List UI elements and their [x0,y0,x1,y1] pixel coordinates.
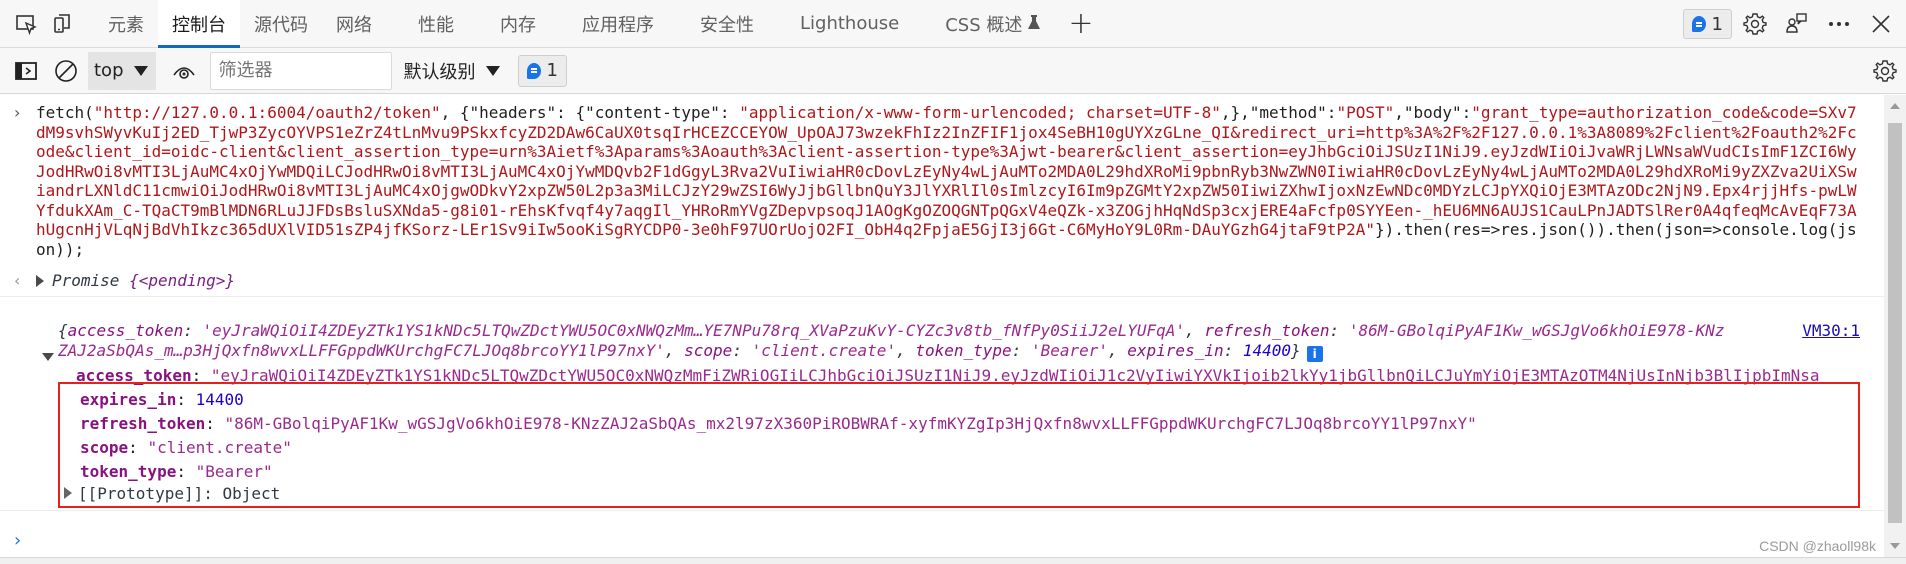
feedback-icon[interactable] [1778,5,1816,43]
tab-memory[interactable]: 内存 [486,0,568,48]
tab-label: 安全性 [700,14,754,36]
live-expression-eye-icon[interactable] [166,53,202,89]
more-icon[interactable] [1820,5,1858,43]
preview-value: 'Bearer' [1030,340,1108,360]
add-tab-button[interactable]: + [1068,8,1093,39]
message-icon [526,62,541,79]
preview-key: expires_in [1127,340,1224,360]
context-value: top [94,60,124,81]
watermark: CSDN @zhaoll98k [1759,538,1876,554]
code-text: fetch( [36,103,94,122]
result-chevron-icon: ‹ [14,271,21,290]
tab-label: 源代码 [254,14,308,36]
promise-label: Promise [52,270,130,290]
code-string: "POST" [1336,103,1395,122]
preview-value: 'client.create' [751,340,897,360]
tab-elements[interactable]: 元素 [94,0,158,48]
console-prompt[interactable]: › [14,530,21,551]
scroll-up-arrow-icon[interactable] [1890,103,1900,109]
tab-label: 应用程序 [582,14,654,36]
tab-label: 元素 [108,14,144,36]
code-string: "http://127.0.0.1:6004/oauth2/token" [93,103,441,122]
tab-label: 网络 [336,14,372,36]
object-preview[interactable]: {access_token: 'eyJraWQiOiI4ZDEyZTk1YS1k… [58,321,1864,363]
tab-label: 性能 [418,14,454,36]
console-settings-icon[interactable] [1866,52,1904,90]
filter-input[interactable] [209,51,392,90]
bottom-edge [0,557,1906,564]
code-text: , {"headers": {"content-type": [440,103,740,122]
console-input-entry: › fetch("http://127.0.0.1:6004/oauth2/to… [0,95,1884,265]
promise-state: {<pending>} [129,270,236,290]
console-result-entry: ‹ Promise {<pending>} [0,265,1884,297]
preview-key: refresh_token [1204,321,1330,340]
console-toolbar: top 默认级别 1 [0,48,1906,94]
tab-css-overview[interactable]: CSS 概述 [931,0,1054,48]
flask-icon [1028,14,1041,33]
device-emulation-icon[interactable] [44,6,80,42]
preview-key: token_type [915,340,1012,360]
caret-down-icon [485,65,500,76]
source-link[interactable]: VM30:1 [1802,321,1860,341]
tab-label: Lighthouse [800,13,900,34]
code-string: "application/x-www-form-urlencoded; char… [739,103,1221,122]
scroll-down-arrow-icon[interactable] [1890,543,1900,549]
clear-console-icon[interactable] [48,53,84,89]
collapse-triangle-icon[interactable] [42,353,54,361]
tab-label: 内存 [500,14,536,36]
fetch-command[interactable]: fetch("http://127.0.0.1:6004/oauth2/toke… [36,103,1864,259]
console-scrollbar[interactable] [1884,95,1906,557]
tab-security[interactable]: 安全性 [686,0,786,48]
info-icon[interactable]: i [1306,346,1323,363]
sidebar-toggle-icon[interactable] [8,53,44,89]
preview-value: 14400 [1242,340,1292,360]
console-issues-badge[interactable]: 1 [517,54,567,87]
code-text: ,"body": [1394,103,1472,122]
tab-sources[interactable]: 源代码 [240,0,322,48]
tab-application[interactable]: 应用程序 [568,0,686,48]
settings-icon[interactable] [1736,5,1774,43]
input-chevron-icon: › [14,103,21,122]
preview-key: scope [684,340,733,360]
log-level-dropdown[interactable]: 默认级别 [404,58,500,84]
close-icon[interactable] [1862,5,1900,43]
tab-console[interactable]: 控制台 [158,0,240,48]
devtools-tab-bar: 元素 控制台 源代码 网络 性能 内存 应用程序 安全性 Lighthouse … [0,0,1906,48]
preview-key: access_token [67,321,184,340]
scrollbar-thumb[interactable] [1888,123,1902,523]
tab-label: 控制台 [172,14,226,36]
tab-network[interactable]: 网络 [322,0,404,48]
highlight-annotation-box [58,382,1860,508]
message-icon [1691,16,1706,32]
code-text: ,},"method": [1220,103,1337,122]
inspect-element-icon[interactable] [8,6,44,42]
issues-badge[interactable]: 1 [1682,9,1732,39]
issues-count: 1 [546,60,558,81]
promise-result[interactable]: Promise {<pending>} [52,271,235,291]
log-level-value: 默认级别 [403,61,476,83]
expand-triangle-icon[interactable] [36,274,44,287]
tab-performance[interactable]: 性能 [404,0,486,48]
preview-value: 'eyJraWQiOiI4ZDEyZTk1YS1kNDc5LTQwZDctYWU… [202,321,1186,340]
code-string: "grant_type=authorization_code&code=SXv7… [36,103,1857,239]
issues-count: 1 [1711,13,1723,35]
context-selector[interactable]: top [88,51,156,90]
tab-label: CSS 概述 [945,14,1023,36]
tab-lighthouse[interactable]: Lighthouse [786,0,931,48]
caret-down-icon [133,65,148,76]
